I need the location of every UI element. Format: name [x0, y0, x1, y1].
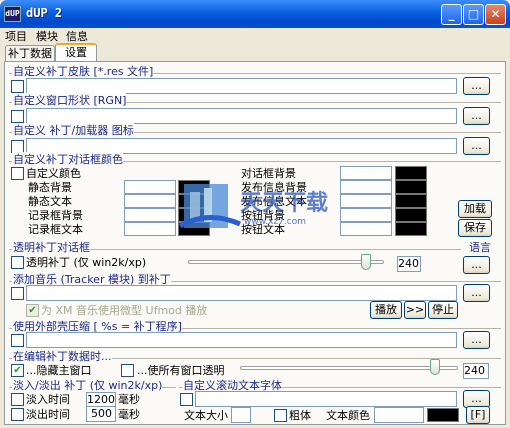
fade-in-unit: 毫秒: [118, 393, 140, 406]
color-swatch[interactable]: [395, 166, 427, 180]
ufmod-label: 为 XM 音乐使用微型 Ufmod 播放: [41, 304, 208, 317]
text-color-swatch[interactable]: [427, 408, 459, 422]
text-color-label: 文本颜色: [326, 409, 370, 422]
transparency-slider[interactable]: [188, 260, 384, 264]
maximize-button[interactable]: □: [463, 4, 484, 25]
music-path-field[interactable]: [26, 285, 457, 301]
color-row-label: 静态背景: [28, 181, 72, 194]
fade-in-checkbox[interactable]: [11, 393, 24, 406]
skin-browse-button[interactable]: ...: [463, 77, 490, 95]
packer-browse-button[interactable]: ...: [463, 331, 490, 349]
editing-transparency-slider-thumb[interactable]: [430, 359, 440, 375]
editing-transparency-slider[interactable]: [240, 366, 458, 370]
skin-checkbox[interactable]: [11, 80, 24, 93]
svg-text:天天下载: 天天下载: [240, 190, 328, 216]
packer-checkbox[interactable]: [11, 334, 24, 347]
close-button[interactable]: ✕: [485, 4, 506, 25]
stop-button[interactable]: 停止: [428, 301, 458, 319]
language-header: 语言: [468, 240, 491, 256]
text-color-field[interactable]: [374, 407, 424, 423]
dialog-colors-header: 自定义补丁对话框颜色: [12, 152, 123, 168]
transparent-header: 透明补丁对话框: [12, 240, 90, 256]
fade-out-unit: 毫秒: [118, 408, 140, 421]
transparency-value[interactable]: 240: [397, 256, 421, 272]
fade-out-checkbox[interactable]: [11, 408, 24, 421]
hide-main-checkbox[interactable]: [11, 364, 24, 377]
color-row-label: 静态文本: [28, 195, 72, 208]
hide-main-label: ...隐藏主窗口: [26, 364, 92, 377]
make-transparent-checkbox[interactable]: [121, 364, 134, 377]
bold-label: 粗体: [289, 409, 311, 422]
site-watermark: 天天下载 www.xz7.com: [178, 180, 438, 240]
tab-settings[interactable]: 设置: [55, 43, 97, 61]
menu-module[interactable]: 模块: [36, 28, 58, 45]
shape-browse-button[interactable]: ...: [463, 107, 490, 125]
text-size-field[interactable]: [231, 407, 251, 423]
make-transparent-label: ...使所有窗口透明: [137, 364, 225, 377]
shape-checkbox[interactable]: [11, 110, 24, 123]
packer-command-field[interactable]: [26, 332, 457, 348]
custom-color-label: 自定义颜色: [26, 167, 81, 180]
scroll-font-checkbox[interactable]: [180, 393, 193, 406]
play-button[interactable]: 播放: [370, 301, 402, 319]
music-checkbox[interactable]: [11, 287, 24, 300]
text-size-label: 文本大小: [184, 409, 228, 422]
window-title: dUP 2: [26, 6, 63, 20]
custom-color-checkbox[interactable]: [11, 167, 24, 180]
color-value-field[interactable]: [124, 180, 176, 194]
fade-in-label: 淡入时间: [26, 393, 70, 406]
editing-transparency-value[interactable]: 240: [463, 363, 489, 379]
transparent-label: 透明补丁 (仅 win2k/xp): [26, 256, 147, 269]
music-browse-button[interactable]: ...: [463, 284, 490, 302]
tab-patch-data[interactable]: 补丁数据: [5, 45, 55, 61]
color-value-field[interactable]: [340, 166, 392, 180]
skin-path-field[interactable]: [26, 78, 457, 94]
bold-checkbox[interactable]: [274, 409, 287, 422]
load-colors-button[interactable]: 加载: [458, 200, 492, 218]
shape-header: 自定义窗口形状 [RGN]: [12, 93, 127, 109]
language-browse-button[interactable]: ...: [463, 256, 490, 274]
color-value-field[interactable]: [124, 222, 176, 236]
menu-project[interactable]: 项目: [5, 28, 27, 45]
minimize-button[interactable]: _: [441, 4, 462, 25]
icon-browse-button[interactable]: ...: [463, 137, 490, 155]
color-value-field[interactable]: [124, 194, 176, 208]
app-icon: dUP: [4, 6, 21, 22]
fade-out-label: 淡出时间: [26, 408, 70, 421]
save-colors-button[interactable]: 保存: [458, 219, 492, 237]
transparency-slider-thumb[interactable]: [361, 254, 371, 270]
color-row-label: 记录框文本: [28, 223, 83, 236]
fade-out-value[interactable]: 500: [86, 406, 116, 422]
font-picker-button[interactable]: [F]: [466, 406, 490, 424]
ufmod-checkbox[interactable]: [26, 304, 39, 317]
shape-path-field[interactable]: [26, 108, 457, 124]
transparent-checkbox[interactable]: [11, 256, 24, 269]
editing-header: 在编辑补丁数据时...: [12, 349, 112, 365]
color-row-label: 记录框背景: [28, 209, 83, 222]
title-bar[interactable]: [0, 0, 510, 28]
scroll-font-field[interactable]: [195, 391, 457, 407]
skip-button[interactable]: >>: [404, 301, 426, 319]
svg-text:www.xz7.com: www.xz7.com: [244, 217, 306, 227]
watermark-logo-icon: 天天下载 www.xz7.com: [178, 184, 328, 229]
icon-header: 自定义 补丁/加载器 图标: [12, 123, 134, 139]
color-row-label: 对话框背景: [241, 167, 296, 180]
color-value-field[interactable]: [124, 208, 176, 222]
